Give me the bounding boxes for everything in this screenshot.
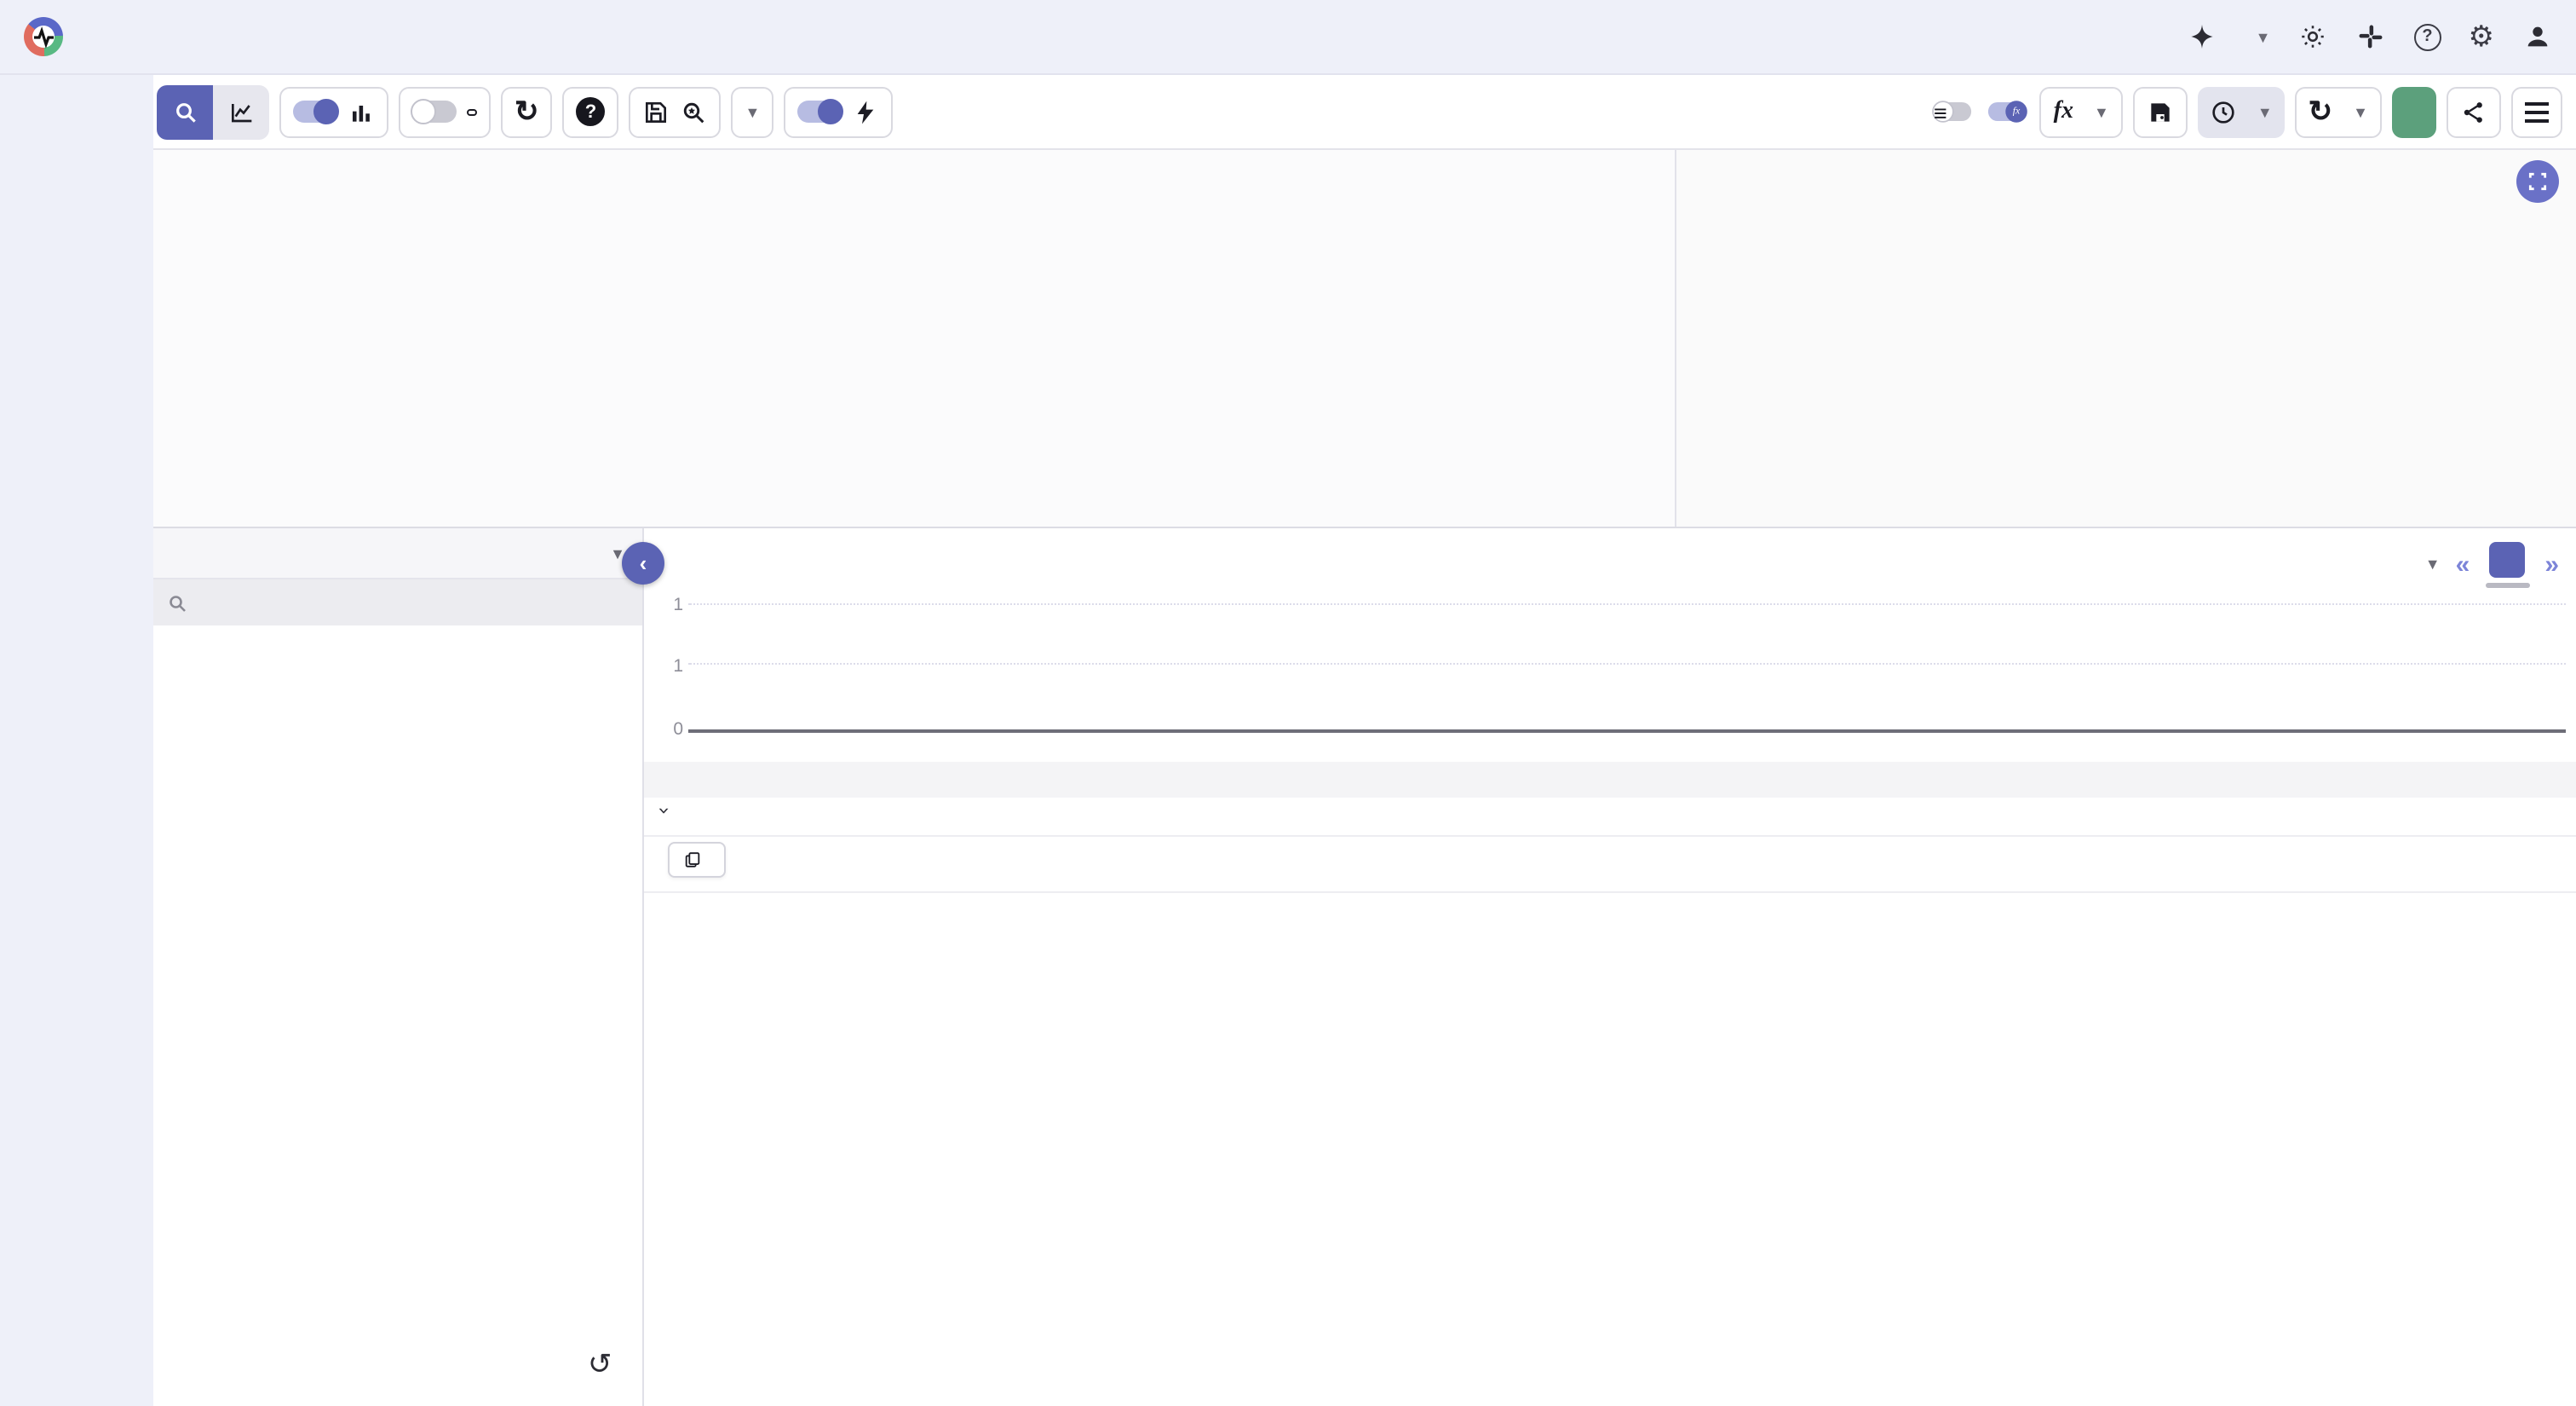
reset-icon: ↻ — [515, 97, 539, 126]
log-table: › — [644, 762, 2576, 1406]
row-detail-panel — [644, 837, 2576, 893]
save-search-icon — [643, 98, 670, 125]
field-search — [153, 579, 642, 625]
search-mode-switch — [157, 84, 269, 139]
collapse-fields-panel-icon[interactable]: ‹ — [622, 542, 664, 585]
y-axis-tick: 1 — [663, 656, 683, 677]
query-editor-zone — [153, 150, 2576, 528]
profile-icon[interactable] — [2521, 21, 2552, 52]
function-dropdown[interactable]: fx ▼ — [2040, 86, 2123, 137]
query-editor-pane[interactable] — [153, 150, 1675, 527]
run-query-button[interactable] — [2392, 86, 2436, 137]
share-link-button[interactable] — [2447, 86, 2501, 137]
quick-mode-toggle[interactable] — [797, 101, 842, 123]
saved-search-dropdown-button[interactable]: ▼ — [732, 86, 774, 137]
y-axis-tick: 1 — [663, 595, 683, 615]
chevron-down-icon: ▼ — [2094, 103, 2109, 120]
question-icon: ? — [577, 97, 606, 126]
share-icon — [2460, 98, 2487, 125]
refresh-fields-icon[interactable]: ↻ — [588, 1348, 612, 1382]
query-help-button[interactable]: ? — [563, 86, 619, 137]
table-row-expanded[interactable]: › — [644, 798, 2576, 837]
hamburger-icon — [2525, 101, 2549, 122]
chevron-down-icon: ▼ — [2425, 556, 2441, 573]
chevron-down-icon: ▼ — [2256, 28, 2271, 45]
copy-icon — [683, 850, 702, 869]
copy-to-clipboard-button[interactable] — [668, 842, 726, 878]
save-icon — [2147, 98, 2174, 125]
table-header — [644, 762, 2576, 798]
histogram-toggle[interactable] — [293, 101, 337, 123]
top-header: ▼ ? ⚙ — [0, 0, 2576, 75]
settings-gear-icon[interactable]: ⚙ — [2469, 22, 2495, 51]
pagination: ▼ « » — [2418, 541, 2559, 587]
saved-searches-button[interactable] — [630, 86, 722, 137]
results-summary-row: ▼ « » — [644, 528, 2576, 600]
logs-toolbar: ↻ ? ▼ ≡ fx — [153, 75, 2576, 150]
clock-icon — [2210, 98, 2237, 125]
lightning-icon — [852, 98, 879, 125]
pagination-scrollbar[interactable] — [2485, 582, 2529, 587]
visualize-tab-button[interactable] — [213, 84, 269, 139]
ai-sparkle-icon[interactable] — [2188, 21, 2218, 52]
chevron-down-icon: ▼ — [2353, 103, 2368, 120]
sidebar-nav — [0, 75, 153, 1406]
vrl-function-editor[interactable] — [1675, 150, 2576, 527]
refresh-interval-icon: ↻ — [2309, 97, 2333, 126]
auto-refresh-selector[interactable]: ↻ ▼ — [2295, 86, 2382, 137]
events-histogram[interactable]: 1 1 0 — [644, 600, 2576, 762]
page-number-button[interactable] — [2489, 541, 2525, 577]
sql-icon — [467, 108, 477, 115]
fields-panel: ▼ ↻ — [153, 528, 644, 1406]
bar-chart-icon — [348, 98, 375, 125]
search-icon — [167, 592, 187, 613]
quick-mode-toggle-group[interactable] — [784, 86, 893, 137]
fields-list — [153, 625, 642, 642]
y-axis-tick: 0 — [663, 719, 683, 740]
chevron-down-icon: ▼ — [745, 103, 761, 120]
sql-mode-toggle[interactable] — [412, 101, 457, 123]
time-range-selector[interactable]: ▼ — [2198, 86, 2285, 137]
histogram-toggle-group[interactable] — [279, 86, 388, 137]
histogram-plot[interactable]: 1 1 0 — [688, 603, 2566, 733]
search-tab-button[interactable] — [157, 84, 213, 139]
next-page-icon[interactable]: » — [2544, 551, 2559, 577]
collapse-row-chevron-icon[interactable]: › — [653, 804, 676, 828]
slack-icon[interactable] — [2356, 21, 2387, 52]
openobserve-logs-page: ▼ ? ⚙ — [0, 0, 2576, 1406]
function-editor-toggle[interactable]: fx — [1989, 102, 2027, 121]
theme-toggle-sun-icon[interactable] — [2298, 21, 2329, 52]
chevron-down-icon: ▼ — [2257, 103, 2273, 120]
save-function-button[interactable] — [2133, 86, 2188, 137]
fullscreen-icon[interactable] — [2516, 160, 2559, 203]
field-search-input[interactable] — [198, 591, 538, 614]
openobserve-logo — [24, 17, 75, 56]
sql-mode-toggle-group[interactable] — [399, 86, 491, 137]
per-page-selector[interactable]: ▼ — [2418, 556, 2441, 573]
wrap-lines-toggle[interactable]: ≡ — [1935, 102, 1972, 121]
org-selector[interactable]: ▼ — [2245, 28, 2271, 45]
histogram-xlabels — [688, 733, 2566, 762]
fx-icon: fx — [2054, 98, 2073, 125]
openobserve-logo-icon — [24, 17, 63, 56]
more-menu-button[interactable] — [2511, 86, 2562, 137]
search-star-icon — [681, 98, 708, 125]
reset-query-button[interactable]: ↻ — [501, 86, 553, 137]
results-area: ‹ ▼ « » — [644, 528, 2576, 1406]
help-icon[interactable]: ? — [2414, 23, 2441, 50]
prev-page-icon[interactable]: « — [2456, 551, 2470, 577]
stream-selector[interactable]: ▼ — [153, 528, 642, 579]
